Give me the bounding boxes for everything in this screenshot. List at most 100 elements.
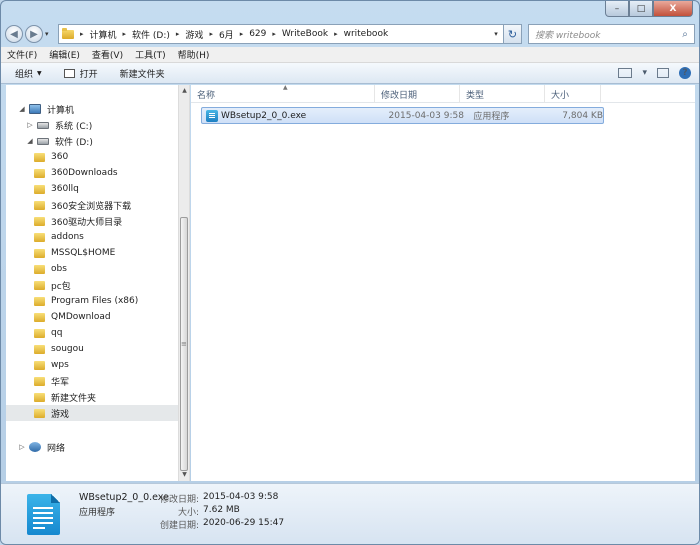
sort-ascending-icon: ▲ xyxy=(283,84,288,91)
tree-item-folder[interactable]: sougou xyxy=(6,341,178,357)
menu-help[interactable]: 帮助(H) xyxy=(178,48,210,61)
chevron-right-icon[interactable]: ▸ xyxy=(176,30,180,38)
tree-item-folder[interactable]: 360驱动大师目录 xyxy=(6,213,178,229)
view-controls: ▾ ? xyxy=(608,67,691,79)
menu-view[interactable]: 查看(V) xyxy=(92,48,123,61)
tree-item-folder[interactable]: 华军 xyxy=(6,373,178,389)
close-button[interactable]: X xyxy=(653,1,693,17)
tree-item-folder[interactable]: 360安全浏览器下载 xyxy=(6,197,178,213)
file-preview-icon xyxy=(19,491,69,541)
help-icon[interactable]: ? xyxy=(679,67,691,79)
minimize-button[interactable]: – xyxy=(605,1,629,17)
tree-item-drive-d[interactable]: ◢ 软件 (D:) xyxy=(6,133,178,149)
maximize-button[interactable]: □ xyxy=(629,1,653,17)
breadcrumb-june[interactable]: 6月 xyxy=(219,28,234,41)
expand-arrow-icon[interactable]: ◢ xyxy=(18,105,26,113)
scroll-up-icon[interactable]: ▲ xyxy=(179,85,190,97)
menu-bar: 文件(F) 编辑(E) 查看(V) 工具(T) 帮助(H) xyxy=(1,47,699,63)
chevron-right-icon[interactable]: ▸ xyxy=(334,30,338,38)
menu-tools[interactable]: 工具(T) xyxy=(135,48,166,61)
nav-scrollbar[interactable]: ▲ ≡ ▼ xyxy=(178,85,189,481)
column-size[interactable]: 大小 xyxy=(545,85,601,103)
tree-item-folder[interactable]: wps xyxy=(6,357,178,373)
tree-item-folder[interactable]: qq xyxy=(6,325,178,341)
tree-item-folder[interactable]: 360llq xyxy=(6,181,178,197)
tree-item-folder[interactable]: MSSQL$HOME xyxy=(6,245,178,261)
address-bar[interactable]: ▸ 计算机 ▸ 软件 (D:) ▸ 游戏 ▸ 6月 ▸ 629 ▸ WriteB… xyxy=(58,24,504,44)
tree-item-label: 计算机 xyxy=(47,105,75,116)
expand-arrow-icon[interactable]: ▷ xyxy=(26,121,34,129)
breadcrumb-games[interactable]: 游戏 xyxy=(185,28,203,41)
tree-item-folder[interactable]: pc包 xyxy=(6,277,178,293)
tree-item-folder[interactable]: 360Downloads xyxy=(6,165,178,181)
expand-arrow-icon[interactable]: ▷ xyxy=(18,443,26,451)
column-label: 修改日期 xyxy=(381,90,418,101)
network-icon xyxy=(29,442,41,452)
forward-button[interactable]: ▶ xyxy=(25,25,43,43)
chevron-right-icon[interactable]: ▸ xyxy=(272,30,276,38)
recent-pages-dropdown[interactable]: ▾ xyxy=(45,30,55,38)
tree-item-folder[interactable]: Program Files (x86) xyxy=(6,293,178,309)
tree-item-drive-c[interactable]: ▷ 系统 (C:) xyxy=(6,117,178,133)
breadcrumb-writebook[interactable]: writebook xyxy=(344,29,389,39)
breadcrumb-writebook-parent[interactable]: WriteBook xyxy=(282,29,328,39)
tree-item-folder[interactable]: QMDownload xyxy=(6,309,178,325)
explorer-window: – □ X ◀ ▶ ▾ ▸ 计算机 ▸ 软件 (D:) ▸ 游戏 ▸ 6月 ▸ … xyxy=(0,0,700,545)
chevron-right-icon[interactable]: ▸ xyxy=(240,30,244,38)
navigation-pane: ◢ 计算机 ▷ 系统 (C:) ◢ 软件 (D:) 360 360Download… xyxy=(6,85,190,481)
breadcrumb-computer[interactable]: 计算机 xyxy=(90,28,117,41)
view-options-dropdown[interactable]: ▾ xyxy=(642,68,647,78)
tree-item-label: 系统 (C:) xyxy=(55,121,93,132)
folder-icon xyxy=(34,296,45,306)
file-name: WBsetup2_0_0.exe xyxy=(220,110,307,121)
tree-item-folder[interactable]: 新建文件夹 xyxy=(6,389,178,405)
refresh-button[interactable]: ↻ xyxy=(504,24,522,44)
scroll-down-icon[interactable]: ▼ xyxy=(179,469,190,481)
search-input[interactable]: 搜索 writebook ⌕ xyxy=(528,24,695,44)
tree-item-label: 360Downloads xyxy=(51,168,118,178)
column-modified[interactable]: 修改日期 xyxy=(375,85,460,103)
tree-item-folder[interactable]: obs xyxy=(6,261,178,277)
tree-item-network[interactable]: ▷ 网络 xyxy=(6,439,178,455)
tree-item-label: QMDownload xyxy=(51,312,111,322)
details-pane: WBsetup2_0_0.exe 应用程序 修改日期: 2015-04-03 9… xyxy=(1,483,699,544)
breadcrumb-drive-d[interactable]: 软件 (D:) xyxy=(132,28,170,41)
preview-pane-icon[interactable] xyxy=(657,68,669,78)
chevron-right-icon[interactable]: ▸ xyxy=(209,30,213,38)
new-folder-button[interactable]: 新建文件夹 xyxy=(120,67,165,80)
search-placeholder: 搜索 writebook xyxy=(535,30,601,41)
breadcrumb-629[interactable]: 629 xyxy=(249,29,266,39)
open-button[interactable]: 打开 xyxy=(63,67,98,80)
column-label: 大小 xyxy=(551,90,570,101)
drive-icon xyxy=(37,121,49,129)
menu-edit[interactable]: 编辑(E) xyxy=(49,48,80,61)
address-dropdown-icon[interactable]: ▾ xyxy=(489,30,503,38)
tree-item-label: 游戏 xyxy=(51,409,70,420)
tree-item-folder[interactable]: 360 xyxy=(6,149,178,165)
file-row[interactable]: WBsetup2_0_0.exe 2015-04-03 9:58 应用程序 7,… xyxy=(201,107,604,124)
tree-item-folder[interactable]: addons xyxy=(6,229,178,245)
command-bar: 组织 ▼ 打开 新建文件夹 ▾ ? xyxy=(1,63,699,84)
menu-file[interactable]: 文件(F) xyxy=(7,48,37,61)
details-created-label: 创建日期: xyxy=(159,521,199,531)
column-name[interactable]: ▲ 名称 xyxy=(191,84,375,103)
column-type[interactable]: 类型 xyxy=(460,85,545,103)
new-folder-label: 新建文件夹 xyxy=(119,69,165,80)
tree-item-label: 网络 xyxy=(47,443,66,454)
tree-item-folder[interactable]: 游戏 xyxy=(6,405,178,421)
expand-arrow-icon[interactable]: ◢ xyxy=(26,137,34,145)
tree-item-label: 360安全浏览器下载 xyxy=(51,201,132,212)
tree-item-label: 360llq xyxy=(51,184,79,194)
tree-item-label: Program Files (x86) xyxy=(51,296,139,306)
chevron-right-icon[interactable]: ▸ xyxy=(123,30,127,38)
details-created-value: 2020-06-29 15:47 xyxy=(203,518,285,528)
organize-button[interactable]: 组织 ▼ xyxy=(15,67,42,80)
details-modified-value: 2015-04-03 9:58 xyxy=(203,492,279,502)
search-icon[interactable]: ⌕ xyxy=(676,29,694,40)
chevron-right-icon[interactable]: ▸ xyxy=(80,30,84,38)
back-button[interactable]: ◀ xyxy=(5,25,23,43)
folder-icon xyxy=(34,168,45,178)
change-view-icon[interactable] xyxy=(618,68,633,78)
drive-icon xyxy=(37,137,49,145)
tree-item-computer[interactable]: ◢ 计算机 xyxy=(6,101,178,117)
